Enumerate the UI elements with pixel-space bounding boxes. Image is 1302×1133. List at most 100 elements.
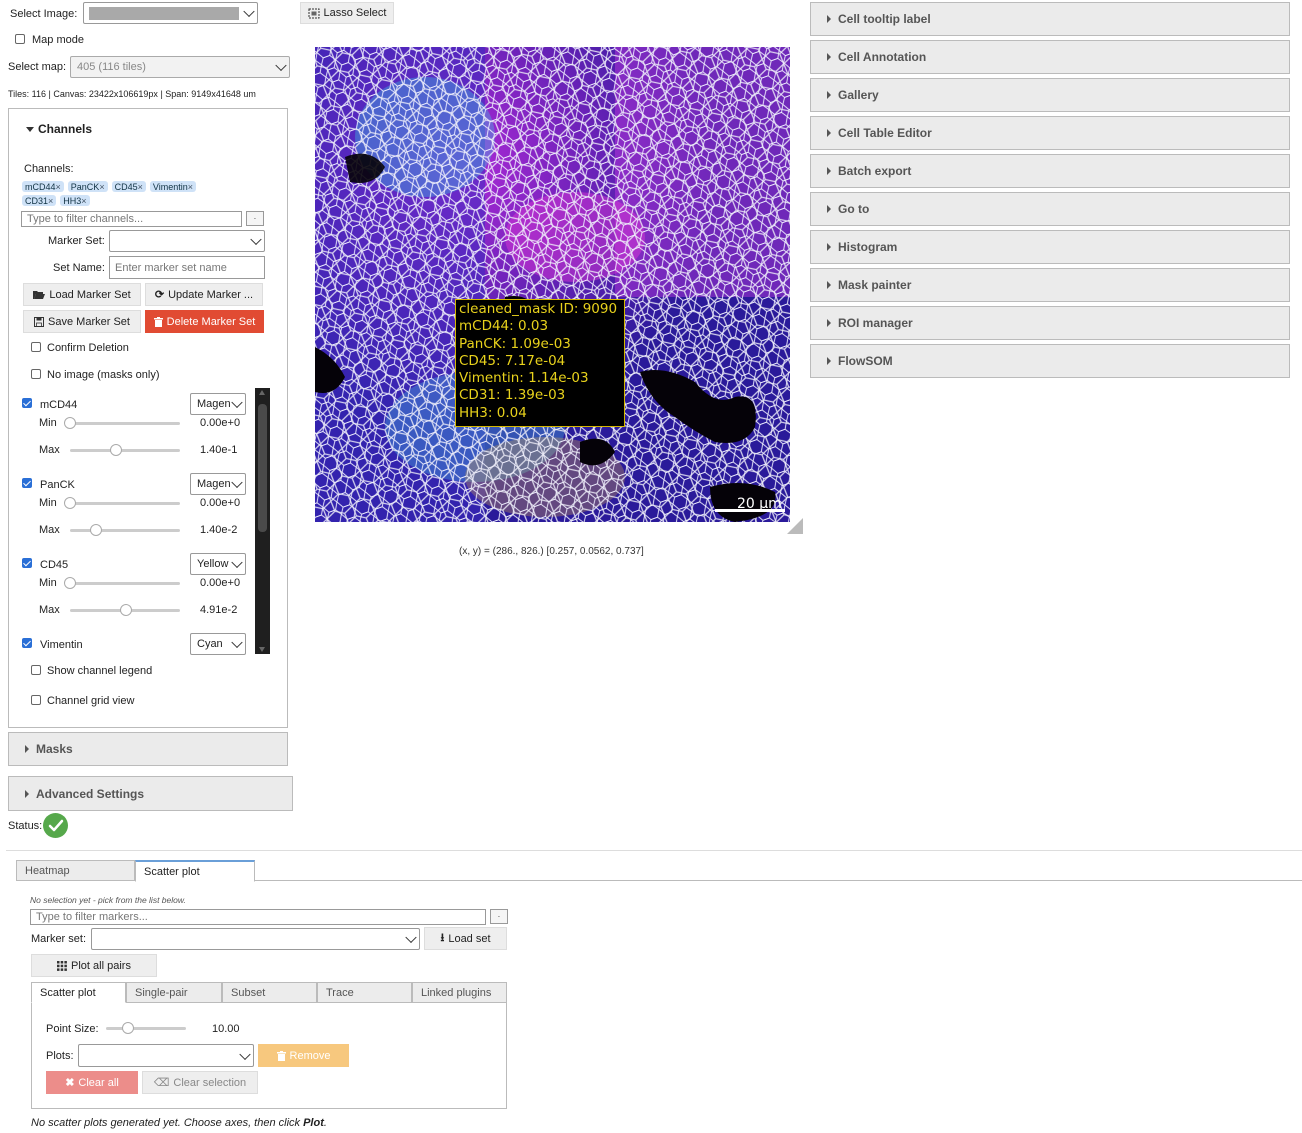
subtab-4[interactable]: Linked plugins (412, 982, 507, 1003)
channel-tag[interactable]: HH3 × (60, 195, 90, 206)
marker-set-dropdown[interactable] (109, 230, 265, 252)
scrollbar-thumb[interactable] (258, 404, 267, 532)
channel-name: Vimentin (40, 639, 83, 651)
panel-header-7[interactable]: Mask painter (810, 268, 1290, 302)
channels-title: Channels (38, 122, 93, 136)
caret-right-icon (827, 53, 831, 61)
advanced-settings-header[interactable]: Advanced Settings (8, 776, 293, 811)
channel-tag[interactable]: PanCK × (67, 181, 108, 192)
channel-checkbox[interactable] (22, 398, 32, 408)
panel-header-label: FlowSOM (838, 354, 893, 368)
tag-remove-icon[interactable]: × (138, 182, 143, 192)
panel-header-label: Gallery (838, 88, 879, 102)
channel-tags-row: mCD44 × PanCK × CD45 × Vimentin × (22, 181, 200, 192)
delete-marker-set-button[interactable]: Delete Marker Set (145, 310, 264, 333)
channel-checkbox[interactable] (22, 638, 32, 648)
channel-tag[interactable]: mCD44 × (22, 181, 64, 192)
channel-min-slider-thumb[interactable] (64, 497, 76, 509)
panel-header-5[interactable]: Go to (810, 192, 1290, 226)
panel-header-2[interactable]: Gallery (810, 78, 1290, 112)
marker-set-label-bottom: Marker set: (31, 933, 87, 945)
load-marker-set-label: Load Marker Set (49, 288, 131, 301)
channel-tag[interactable]: Vimentin × (149, 181, 196, 192)
resize-handle-icon[interactable] (787, 518, 803, 534)
subtab-3[interactable]: Trace (317, 982, 412, 1003)
scroll-down-icon[interactable] (259, 647, 265, 652)
channel-list-scrollbar[interactable] (255, 388, 270, 654)
select-image-dropdown[interactable] (83, 2, 258, 24)
map-mode-checkbox[interactable] (15, 34, 25, 44)
refresh-icon: ⟳ (154, 289, 165, 301)
channel-name: CD45 (40, 559, 69, 571)
tag-remove-icon[interactable]: × (188, 182, 193, 192)
show-legend-checkbox[interactable] (31, 665, 41, 675)
marker-filter-input[interactable]: Type to filter markers... (30, 909, 486, 925)
channel-min-slider-thumb[interactable] (64, 577, 76, 589)
tag-remove-icon[interactable]: × (81, 196, 86, 206)
image-name-redacted (89, 7, 239, 20)
subtab-0[interactable]: Scatter plot (31, 982, 126, 1003)
load-set-button[interactable]: ⭳ Load set (424, 927, 507, 950)
confirm-deletion-checkbox[interactable] (31, 342, 41, 352)
tab-heatmap[interactable]: Heatmap (16, 860, 135, 881)
no-image-checkbox[interactable] (31, 369, 41, 379)
channel-min-slider[interactable] (70, 582, 180, 585)
channel-filter-input[interactable]: Type to filter channels... (21, 211, 242, 227)
subtab-2[interactable]: Subset (222, 982, 317, 1003)
channel-max-value: 4.91e-2 (200, 604, 238, 616)
tab-scatter-plot[interactable]: Scatter plot (135, 860, 255, 882)
subtab-1[interactable]: Single-pair (126, 982, 222, 1003)
channel-color-dropdown[interactable]: Cyan (190, 633, 246, 655)
clear-selection-button[interactable]: ⌫ Clear selection (142, 1071, 258, 1094)
channel-tag[interactable]: CD45 × (111, 181, 146, 192)
plot-all-pairs-button[interactable]: Plot all pairs (31, 954, 157, 977)
point-size-slider-thumb[interactable] (122, 1022, 134, 1034)
folder-open-icon (33, 290, 46, 299)
tooltip-line: cleaned_mask ID: 9090 (459, 301, 618, 317)
channel-color-dropdown[interactable]: Yellow (190, 553, 246, 575)
tag-remove-icon[interactable]: × (56, 182, 61, 192)
save-marker-set-button[interactable]: Save Marker Set (23, 310, 141, 333)
remove-plot-button[interactable]: Remove (258, 1044, 349, 1067)
channel-max-slider[interactable] (70, 449, 180, 452)
channel-checkbox[interactable] (22, 558, 32, 568)
channel-min-slider[interactable] (70, 502, 180, 505)
panel-header-1[interactable]: Cell Annotation (810, 40, 1290, 74)
update-marker-set-button[interactable]: ⟳ Update Marker ... (145, 283, 263, 306)
set-name-input[interactable]: Enter marker set name (109, 256, 265, 279)
scroll-up-icon[interactable] (259, 390, 265, 395)
tag-remove-icon[interactable]: × (48, 196, 53, 206)
remove-plot-label: Remove (289, 1049, 331, 1062)
tag-remove-icon[interactable]: × (99, 182, 104, 192)
grid-view-checkbox[interactable] (31, 695, 41, 705)
channel-min-value: 0.00e+0 (200, 417, 241, 429)
channels-panel-header[interactable]: Channels (26, 122, 92, 136)
channel-max-slider[interactable] (70, 529, 180, 532)
channel-min-slider-thumb[interactable] (64, 417, 76, 429)
select-map-dropdown[interactable]: 405 (116 tiles) (70, 56, 290, 78)
channel-color-dropdown[interactable]: Magen (190, 473, 246, 495)
channel-max-slider-thumb[interactable] (120, 604, 133, 616)
panel-header-4[interactable]: Batch export (810, 154, 1290, 188)
channel-min-slider[interactable] (70, 422, 180, 425)
channel-filter-dropdown-button[interactable]: · (246, 211, 264, 226)
channel-tag[interactable]: CD31 × (22, 195, 57, 206)
channel-color-dropdown[interactable]: Magen (190, 393, 246, 415)
plots-dropdown[interactable] (78, 1044, 254, 1067)
channel-checkbox[interactable] (22, 478, 32, 488)
load-marker-set-button[interactable]: Load Marker Set (23, 283, 141, 306)
panel-header-0[interactable]: Cell tooltip label (810, 2, 1290, 36)
scale-bar-label: 20 µm (737, 496, 782, 512)
marker-set-dropdown-bottom[interactable] (91, 928, 420, 950)
clear-all-button[interactable]: ✖ Clear all (46, 1071, 138, 1094)
marker-filter-dropdown-button[interactable]: · (490, 909, 508, 924)
image-viewer[interactable]: cleaned_mask ID: 9090 mCD44: 0.03 PanCK: 1… (315, 47, 790, 522)
panel-header-3[interactable]: Cell Table Editor (810, 116, 1290, 150)
channel-color-value: Magen (197, 398, 231, 410)
panel-header-8[interactable]: ROI manager (810, 306, 1290, 340)
point-size-slider[interactable] (106, 1027, 186, 1030)
masks-panel-header[interactable]: Masks (8, 732, 288, 766)
panel-header-9[interactable]: FlowSOM (810, 344, 1290, 378)
panel-header-6[interactable]: Histogram (810, 230, 1290, 264)
lasso-select-button[interactable]: Lasso Select (300, 2, 394, 24)
